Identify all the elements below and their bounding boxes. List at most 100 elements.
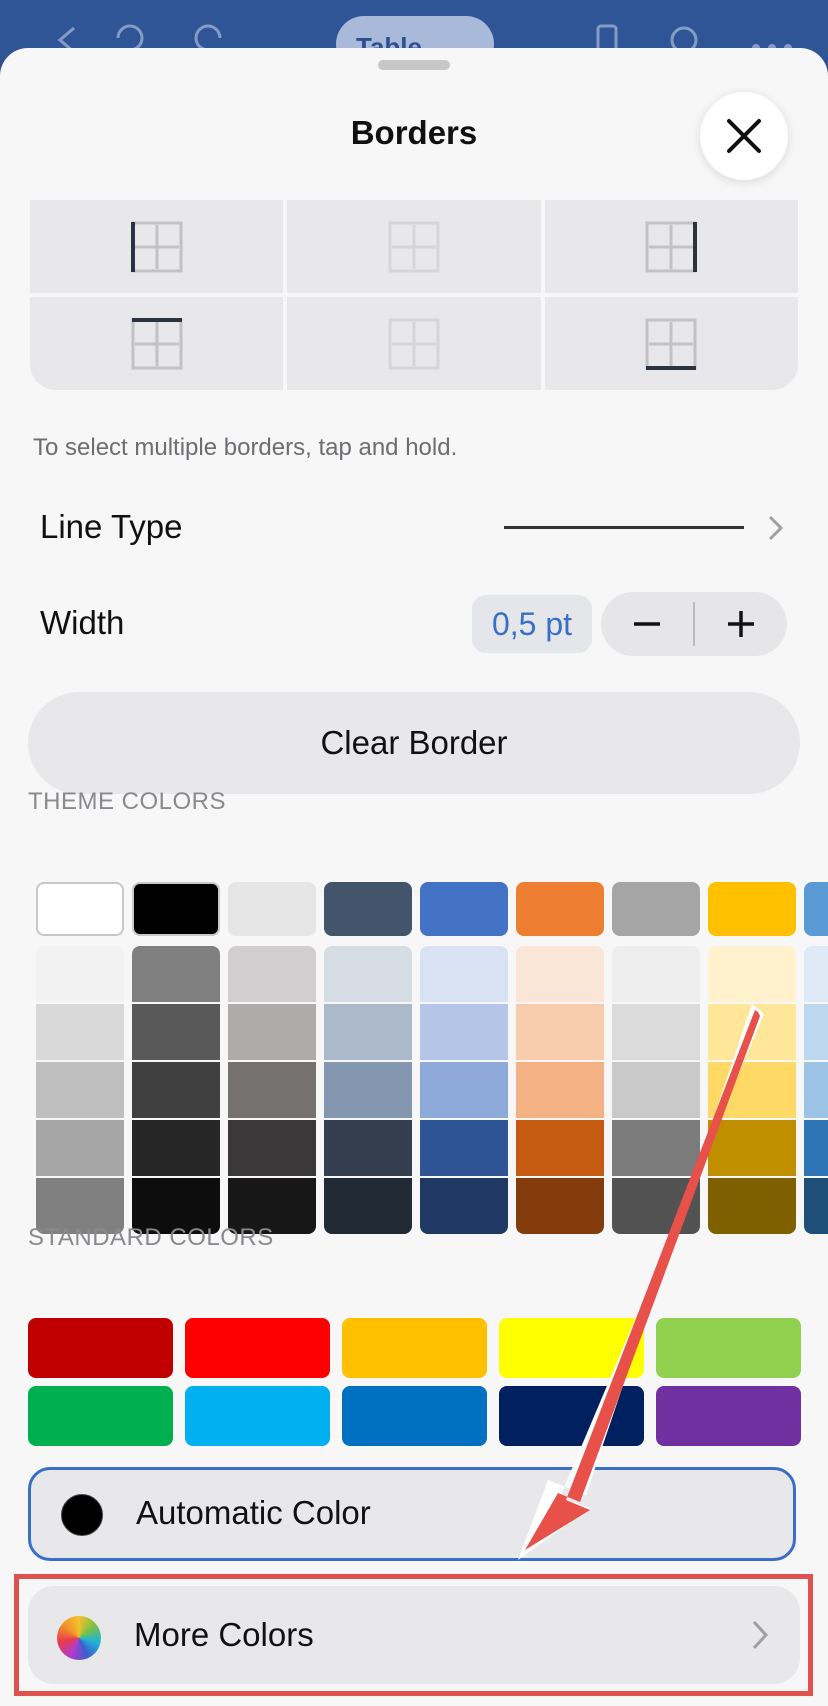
theme-shade-swatch[interactable] [804,1120,828,1176]
standard-color-swatch[interactable] [28,1318,173,1378]
annotation-highlight-box [14,1574,813,1696]
standard-color-swatch[interactable] [499,1386,644,1446]
theme-shade-swatch[interactable] [612,1004,700,1060]
chevron-right-icon[interactable] [766,514,786,542]
theme-shade-column [420,946,508,1234]
borders-sheet: Borders To select multiple borders, tap … [0,48,828,1706]
theme-shade-swatch[interactable] [804,946,828,1002]
multi-select-hint: To select multiple borders, tap and hold… [33,434,458,461]
theme-shade-swatch[interactable] [132,1062,220,1118]
theme-shade-swatch[interactable] [132,1004,220,1060]
theme-shade-column [36,946,124,1234]
theme-shade-swatch[interactable] [708,946,796,1002]
plus-icon [728,611,754,637]
sheet-grabber[interactable] [378,60,450,70]
theme-shade-swatch[interactable] [708,1004,796,1060]
theme-shade-column [516,946,604,1234]
theme-shade-swatch[interactable] [420,1004,508,1060]
theme-shade-swatch[interactable] [228,1004,316,1060]
theme-shade-swatch[interactable] [324,1062,412,1118]
width-decrease-button[interactable] [601,592,693,656]
theme-shade-swatch[interactable] [804,1062,828,1118]
line-type-label[interactable]: Line Type [40,508,183,546]
theme-shade-column [708,946,796,1234]
theme-shade-swatch[interactable] [516,1120,604,1176]
border-option-top[interactable] [30,297,284,390]
theme-color-swatch[interactable] [36,882,124,936]
theme-shade-swatch[interactable] [228,946,316,1002]
close-button[interactable] [700,92,788,180]
theme-color-swatch[interactable] [708,882,796,936]
theme-shade-swatch[interactable] [228,1120,316,1176]
theme-shade-swatch[interactable] [420,946,508,1002]
theme-shade-swatch[interactable] [516,1178,604,1234]
theme-shade-swatch[interactable] [324,1178,412,1234]
theme-shade-column [324,946,412,1234]
theme-color-swatch[interactable] [612,882,700,936]
standard-color-swatch[interactable] [342,1386,487,1446]
theme-shade-swatch[interactable] [420,1178,508,1234]
theme-shade-swatch[interactable] [420,1120,508,1176]
theme-shade-column [132,946,220,1234]
border-options-grid [30,200,798,390]
theme-shade-swatch[interactable] [804,1178,828,1234]
theme-shade-swatch[interactable] [324,1120,412,1176]
theme-shade-swatch[interactable] [612,1062,700,1118]
theme-shade-swatch[interactable] [36,1004,124,1060]
width-increase-button[interactable] [695,592,787,656]
theme-shade-column [804,946,828,1234]
automatic-color-button[interactable]: Automatic Color [28,1467,796,1561]
border-option-left[interactable] [30,200,284,293]
theme-shade-swatch[interactable] [612,1120,700,1176]
theme-color-swatch[interactable] [228,882,316,936]
line-type-preview[interactable] [504,526,744,529]
automatic-color-label: Automatic Color [136,1494,371,1531]
border-option-inside-vertical[interactable] [287,200,541,293]
theme-shade-swatch[interactable] [420,1062,508,1118]
theme-shade-swatch[interactable] [612,946,700,1002]
theme-shade-swatch[interactable] [228,1062,316,1118]
theme-shade-swatch[interactable] [708,1178,796,1234]
theme-shade-swatch[interactable] [516,1004,604,1060]
theme-shade-swatch[interactable] [516,946,604,1002]
automatic-color-swatch [61,1494,103,1536]
border-option-right[interactable] [544,200,798,293]
theme-color-swatch[interactable] [324,882,412,936]
bottom-border-icon [645,318,697,370]
border-option-bottom[interactable] [544,297,798,390]
theme-color-swatch[interactable] [420,882,508,936]
theme-shade-swatch[interactable] [36,946,124,1002]
theme-shade-swatch[interactable] [324,1004,412,1060]
theme-shade-column [612,946,700,1234]
theme-shade-swatch[interactable] [132,1120,220,1176]
standard-color-swatch[interactable] [185,1386,330,1446]
theme-shade-swatch[interactable] [36,1120,124,1176]
standard-colors-heading: STANDARD COLORS [28,1224,274,1251]
left-border-icon [130,221,183,272]
right-border-icon [645,221,698,272]
top-border-icon [131,317,183,369]
standard-color-swatch[interactable] [28,1386,173,1446]
standard-color-swatch[interactable] [656,1386,801,1446]
width-value[interactable]: 0,5 pt [472,595,592,653]
theme-shade-swatch[interactable] [324,946,412,1002]
border-option-inside-horizontal[interactable] [287,297,541,390]
theme-shade-swatch[interactable] [612,1178,700,1234]
standard-color-swatch[interactable] [499,1318,644,1378]
inside-horizontal-border-icon [388,318,440,369]
theme-color-swatch[interactable] [132,882,220,936]
inside-vertical-border-icon [388,221,440,272]
theme-shade-swatch[interactable] [516,1062,604,1118]
standard-color-swatch[interactable] [342,1318,487,1378]
standard-color-swatch[interactable] [656,1318,801,1378]
theme-shade-swatch[interactable] [804,1004,828,1060]
close-icon [727,119,761,153]
theme-shade-swatch[interactable] [708,1120,796,1176]
standard-color-swatch[interactable] [185,1318,330,1378]
theme-color-swatch[interactable] [804,882,828,936]
theme-shade-swatch[interactable] [132,946,220,1002]
theme-shade-swatch[interactable] [36,1062,124,1118]
theme-shade-swatch[interactable] [708,1062,796,1118]
theme-color-swatch[interactable] [516,882,604,936]
clear-border-button[interactable]: Clear Border [28,692,800,794]
